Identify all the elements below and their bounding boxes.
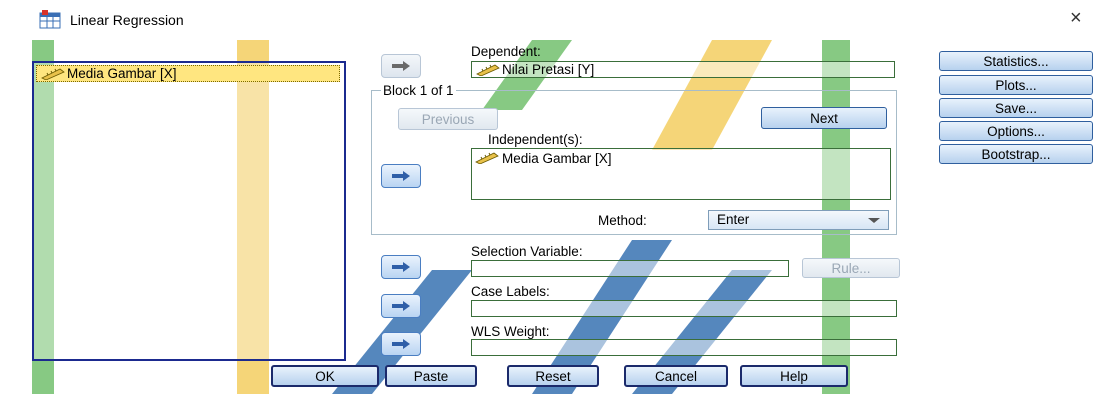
cancel-button[interactable]: Cancel (624, 365, 728, 387)
case-labels-label: Case Labels: (471, 284, 550, 299)
selection-variable-field[interactable] (471, 260, 789, 277)
dependent-label: Dependent: (471, 44, 541, 59)
move-independent-button[interactable] (381, 164, 421, 188)
move-dependent-button[interactable] (381, 54, 421, 78)
case-labels-field[interactable] (471, 300, 897, 317)
dependent-value: Nilai Pretasi [Y] (502, 62, 595, 77)
right-arrow-icon (392, 262, 410, 272)
independent-item-label: Media Gambar [X] (502, 151, 612, 166)
app-table-icon (39, 10, 61, 29)
help-button[interactable]: Help (740, 365, 848, 387)
close-icon[interactable]: × (1070, 8, 1082, 28)
rule-button[interactable]: Rule... (802, 258, 900, 278)
variable-source-list[interactable]: Media Gambar [X] (32, 61, 346, 361)
ruler-scale-icon (41, 68, 65, 80)
ruler-scale-icon (475, 152, 499, 164)
ruler-scale-icon (476, 64, 500, 76)
plots-button[interactable]: Plots... (939, 75, 1093, 95)
bootstrap-button[interactable]: Bootstrap... (939, 144, 1093, 164)
wls-weight-label: WLS Weight: (471, 324, 550, 339)
save-button[interactable]: Save... (939, 98, 1093, 118)
statistics-button[interactable]: Statistics... (939, 51, 1093, 71)
chevron-down-icon (868, 218, 880, 223)
move-case-labels-button[interactable] (381, 294, 421, 318)
title-bar: Linear Regression × (0, 0, 1115, 40)
method-select[interactable]: Enter (708, 210, 889, 230)
independent-label: Independent(s): (488, 132, 583, 147)
reset-button[interactable]: Reset (507, 365, 599, 387)
options-button[interactable]: Options... (939, 121, 1093, 141)
independent-list[interactable]: Media Gambar [X] (471, 148, 891, 200)
variable-label: Media Gambar [X] (67, 66, 177, 81)
ok-button[interactable]: OK (271, 365, 379, 387)
dialog-body: Media Gambar [X] Dependent: Nilai Pretas… (12, 40, 1108, 394)
selection-variable-label: Selection Variable: (471, 244, 583, 259)
move-wls-weight-button[interactable] (381, 332, 421, 356)
window-title: Linear Regression (70, 12, 184, 28)
paste-button[interactable]: Paste (385, 365, 477, 387)
right-arrow-icon (392, 301, 410, 311)
next-button[interactable]: Next (761, 107, 887, 129)
wls-weight-field[interactable] (471, 339, 897, 356)
list-item[interactable]: Media Gambar [X] (474, 151, 612, 167)
dependent-field[interactable]: Nilai Pretasi [Y] (471, 61, 895, 78)
right-arrow-icon (392, 339, 410, 349)
method-label: Method: (598, 213, 647, 228)
move-selection-button[interactable] (381, 255, 421, 279)
previous-button[interactable]: Previous (398, 108, 498, 130)
block-title: Block 1 of 1 (381, 83, 456, 98)
right-arrow-icon (392, 171, 410, 181)
right-arrow-icon (392, 61, 410, 71)
list-item[interactable]: Media Gambar [X] (36, 65, 340, 82)
